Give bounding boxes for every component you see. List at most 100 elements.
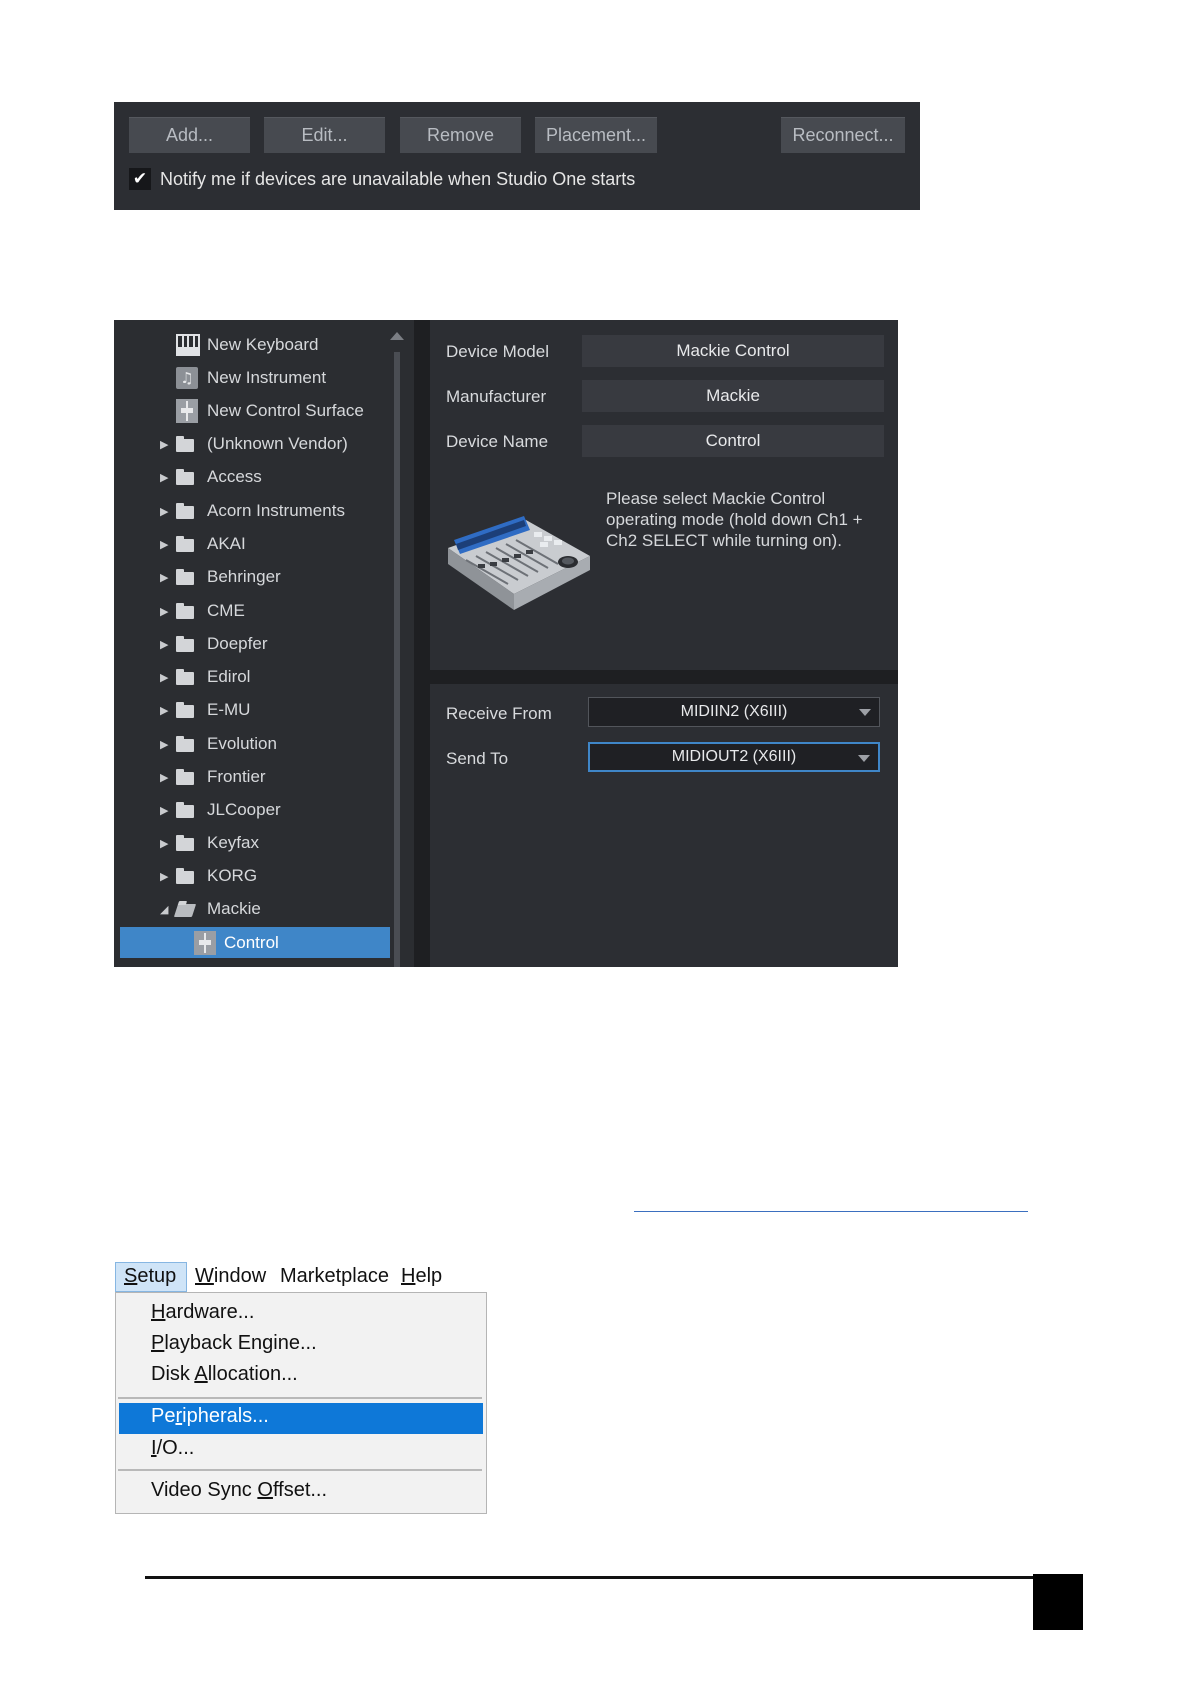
expand-arrow-icon[interactable]: ▶ xyxy=(160,671,170,684)
scroll-up-icon[interactable] xyxy=(390,332,404,340)
menu-marketplace[interactable]: Marketplace xyxy=(280,1265,389,1288)
device-tree: New Keyboard ♫ New Instrument New Control S… xyxy=(114,320,414,967)
menu-help[interactable]: Help xyxy=(401,1265,442,1288)
tree-item-new-keyboard[interactable]: New Keyboard xyxy=(114,330,414,360)
folder-icon xyxy=(176,834,194,851)
control-surface-icon xyxy=(194,931,216,955)
send-to-label: Send To xyxy=(446,749,509,768)
tree-item-korg[interactable]: ▶ KORG xyxy=(114,861,414,891)
setup-menu-dropdown: Hardware... Playback Engine... Disk Alloca… xyxy=(115,1292,487,1514)
device-name-field[interactable]: Control xyxy=(582,425,884,457)
folder-open-icon xyxy=(173,903,197,917)
tree-item-e-mu[interactable]: ▶ E-MU xyxy=(114,695,414,725)
menu-separator xyxy=(118,1469,482,1471)
menu-item-disk-allocation[interactable]: Disk Allocation... xyxy=(151,1363,298,1386)
tree-item-label: (Unknown Vendor) xyxy=(207,434,348,453)
tree-item-cme[interactable]: ▶ CME xyxy=(114,596,414,626)
expand-arrow-icon[interactable]: ▶ xyxy=(160,870,170,883)
device-instructions: Please select Mackie Control operating m… xyxy=(606,489,863,550)
folder-icon xyxy=(176,867,194,884)
tree-item-label: CME xyxy=(207,601,245,620)
device-details: Device Model Mackie Control Manufacturer… xyxy=(430,320,898,670)
send-to-value: MIDIOUT2 (X6III) xyxy=(671,748,797,765)
tree-item-frontier[interactable]: ▶ Frontier xyxy=(114,762,414,792)
folder-icon xyxy=(176,602,194,619)
folder-icon xyxy=(176,801,194,818)
expand-arrow-icon[interactable]: ▶ xyxy=(160,438,170,451)
tree-item-label: Edirol xyxy=(207,667,251,686)
menu-item-playback-engine[interactable]: Playback Engine... xyxy=(151,1332,317,1355)
manufacturer-field[interactable]: Mackie xyxy=(582,380,884,412)
send-to-select[interactable]: MIDIOUT2 (X6III) xyxy=(588,742,880,772)
expand-arrow-icon[interactable]: ▶ xyxy=(160,837,170,850)
tree-item-doepfer[interactable]: ▶ Doepfer xyxy=(114,629,414,659)
tree-item-control[interactable]: Control xyxy=(114,928,414,958)
notify-label: Notify me if devices are unavailable whe… xyxy=(160,168,636,189)
tree-item-behringer[interactable]: ▶ Behringer xyxy=(114,562,414,592)
menu-item-i-o[interactable]: I/O... xyxy=(151,1437,194,1460)
tree-item-acorn-instruments[interactable]: ▶ Acorn Instruments xyxy=(114,496,414,526)
folder-icon xyxy=(176,701,194,718)
folder-icon xyxy=(176,635,194,652)
expand-arrow-icon[interactable]: ▶ xyxy=(160,471,170,484)
device-editor: New Keyboard ♫ New Instrument New Control S… xyxy=(114,320,898,967)
expanded-arrow-icon[interactable]: ◢ xyxy=(160,903,170,916)
expand-arrow-icon[interactable]: ▶ xyxy=(160,571,170,584)
tree-item-access[interactable]: ▶ Access xyxy=(114,462,414,492)
folder-icon xyxy=(176,568,194,585)
placement-button[interactable]: Placement... xyxy=(535,117,657,153)
notify-checkbox[interactable]: ✔ xyxy=(129,168,151,190)
expand-arrow-icon[interactable]: ▶ xyxy=(160,605,170,618)
tree-item-label: Evolution xyxy=(207,734,277,753)
folder-icon xyxy=(176,435,194,452)
device-model-field[interactable]: Mackie Control xyxy=(582,335,884,367)
reconnect-button[interactable]: Reconnect... xyxy=(781,117,905,153)
expand-arrow-icon[interactable]: ▶ xyxy=(160,704,170,717)
menu-setup[interactable]: Setup xyxy=(124,1265,176,1288)
tree-item-label: JLCooper xyxy=(207,800,281,819)
menu-window[interactable]: Window xyxy=(195,1265,266,1288)
footer-rule xyxy=(145,1576,1033,1579)
keyboard-icon xyxy=(176,334,200,356)
tree-item-new-instrument[interactable]: ♫ New Instrument xyxy=(114,363,414,393)
tree-item-label: E-MU xyxy=(207,700,251,719)
tree-item-unknown-vendor[interactable]: ▶ (Unknown Vendor) xyxy=(114,429,414,459)
menu-item-hardware[interactable]: Hardware... xyxy=(151,1301,254,1324)
expand-arrow-icon[interactable]: ▶ xyxy=(160,738,170,751)
tree-item-label: New Keyboard xyxy=(207,335,319,354)
folder-icon xyxy=(176,502,194,519)
tree-scrollbar[interactable] xyxy=(394,352,400,967)
device-name-label: Device Name xyxy=(446,432,549,451)
page-number-block xyxy=(1033,1574,1083,1630)
tree-item-new-control-surface[interactable]: New Control Surface xyxy=(114,396,414,426)
folder-icon xyxy=(176,468,194,485)
add-button[interactable]: Add... xyxy=(129,117,250,153)
tree-item-label: Behringer xyxy=(207,567,281,586)
expand-arrow-icon[interactable]: ▶ xyxy=(160,638,170,651)
receive-from-value: MIDIIN2 (X6III) xyxy=(680,703,788,720)
tree-item-label: AKAI xyxy=(207,534,246,553)
tree-item-label: Keyfax xyxy=(207,833,259,852)
receive-from-label: Receive From xyxy=(446,704,552,723)
tree-item-evolution[interactable]: ▶ Evolution xyxy=(114,729,414,759)
expand-arrow-icon[interactable]: ▶ xyxy=(160,771,170,784)
receive-from-select[interactable]: MIDIIN2 (X6III) xyxy=(588,697,880,727)
tree-item-jlcooper[interactable]: ▶ JLCooper xyxy=(114,795,414,825)
edit-button[interactable]: Edit... xyxy=(264,117,385,153)
expand-arrow-icon[interactable]: ▶ xyxy=(160,804,170,817)
notify-option[interactable]: ✔ Notify me if devices are unavailable w… xyxy=(129,168,635,190)
expand-arrow-icon[interactable]: ▶ xyxy=(160,505,170,518)
tree-item-label: Control xyxy=(224,933,279,952)
folder-icon xyxy=(176,735,194,752)
folder-icon xyxy=(176,535,194,552)
tree-item-edirol[interactable]: ▶ Edirol xyxy=(114,662,414,692)
tree-item-akai[interactable]: ▶ AKAI xyxy=(114,529,414,559)
remove-button[interactable]: Remove xyxy=(400,117,521,153)
tree-item-mackie[interactable]: ◢ Mackie xyxy=(114,894,414,924)
tree-item-keyfax[interactable]: ▶ Keyfax xyxy=(114,828,414,858)
dropdown-arrow-icon xyxy=(859,709,871,716)
menu-item-video-sync-offset[interactable]: Video Sync Offset... xyxy=(151,1479,327,1502)
expand-arrow-icon[interactable]: ▶ xyxy=(160,538,170,551)
menu-item-peripherals[interactable]: Peripherals... xyxy=(151,1405,269,1428)
control-surface-icon xyxy=(176,399,198,423)
